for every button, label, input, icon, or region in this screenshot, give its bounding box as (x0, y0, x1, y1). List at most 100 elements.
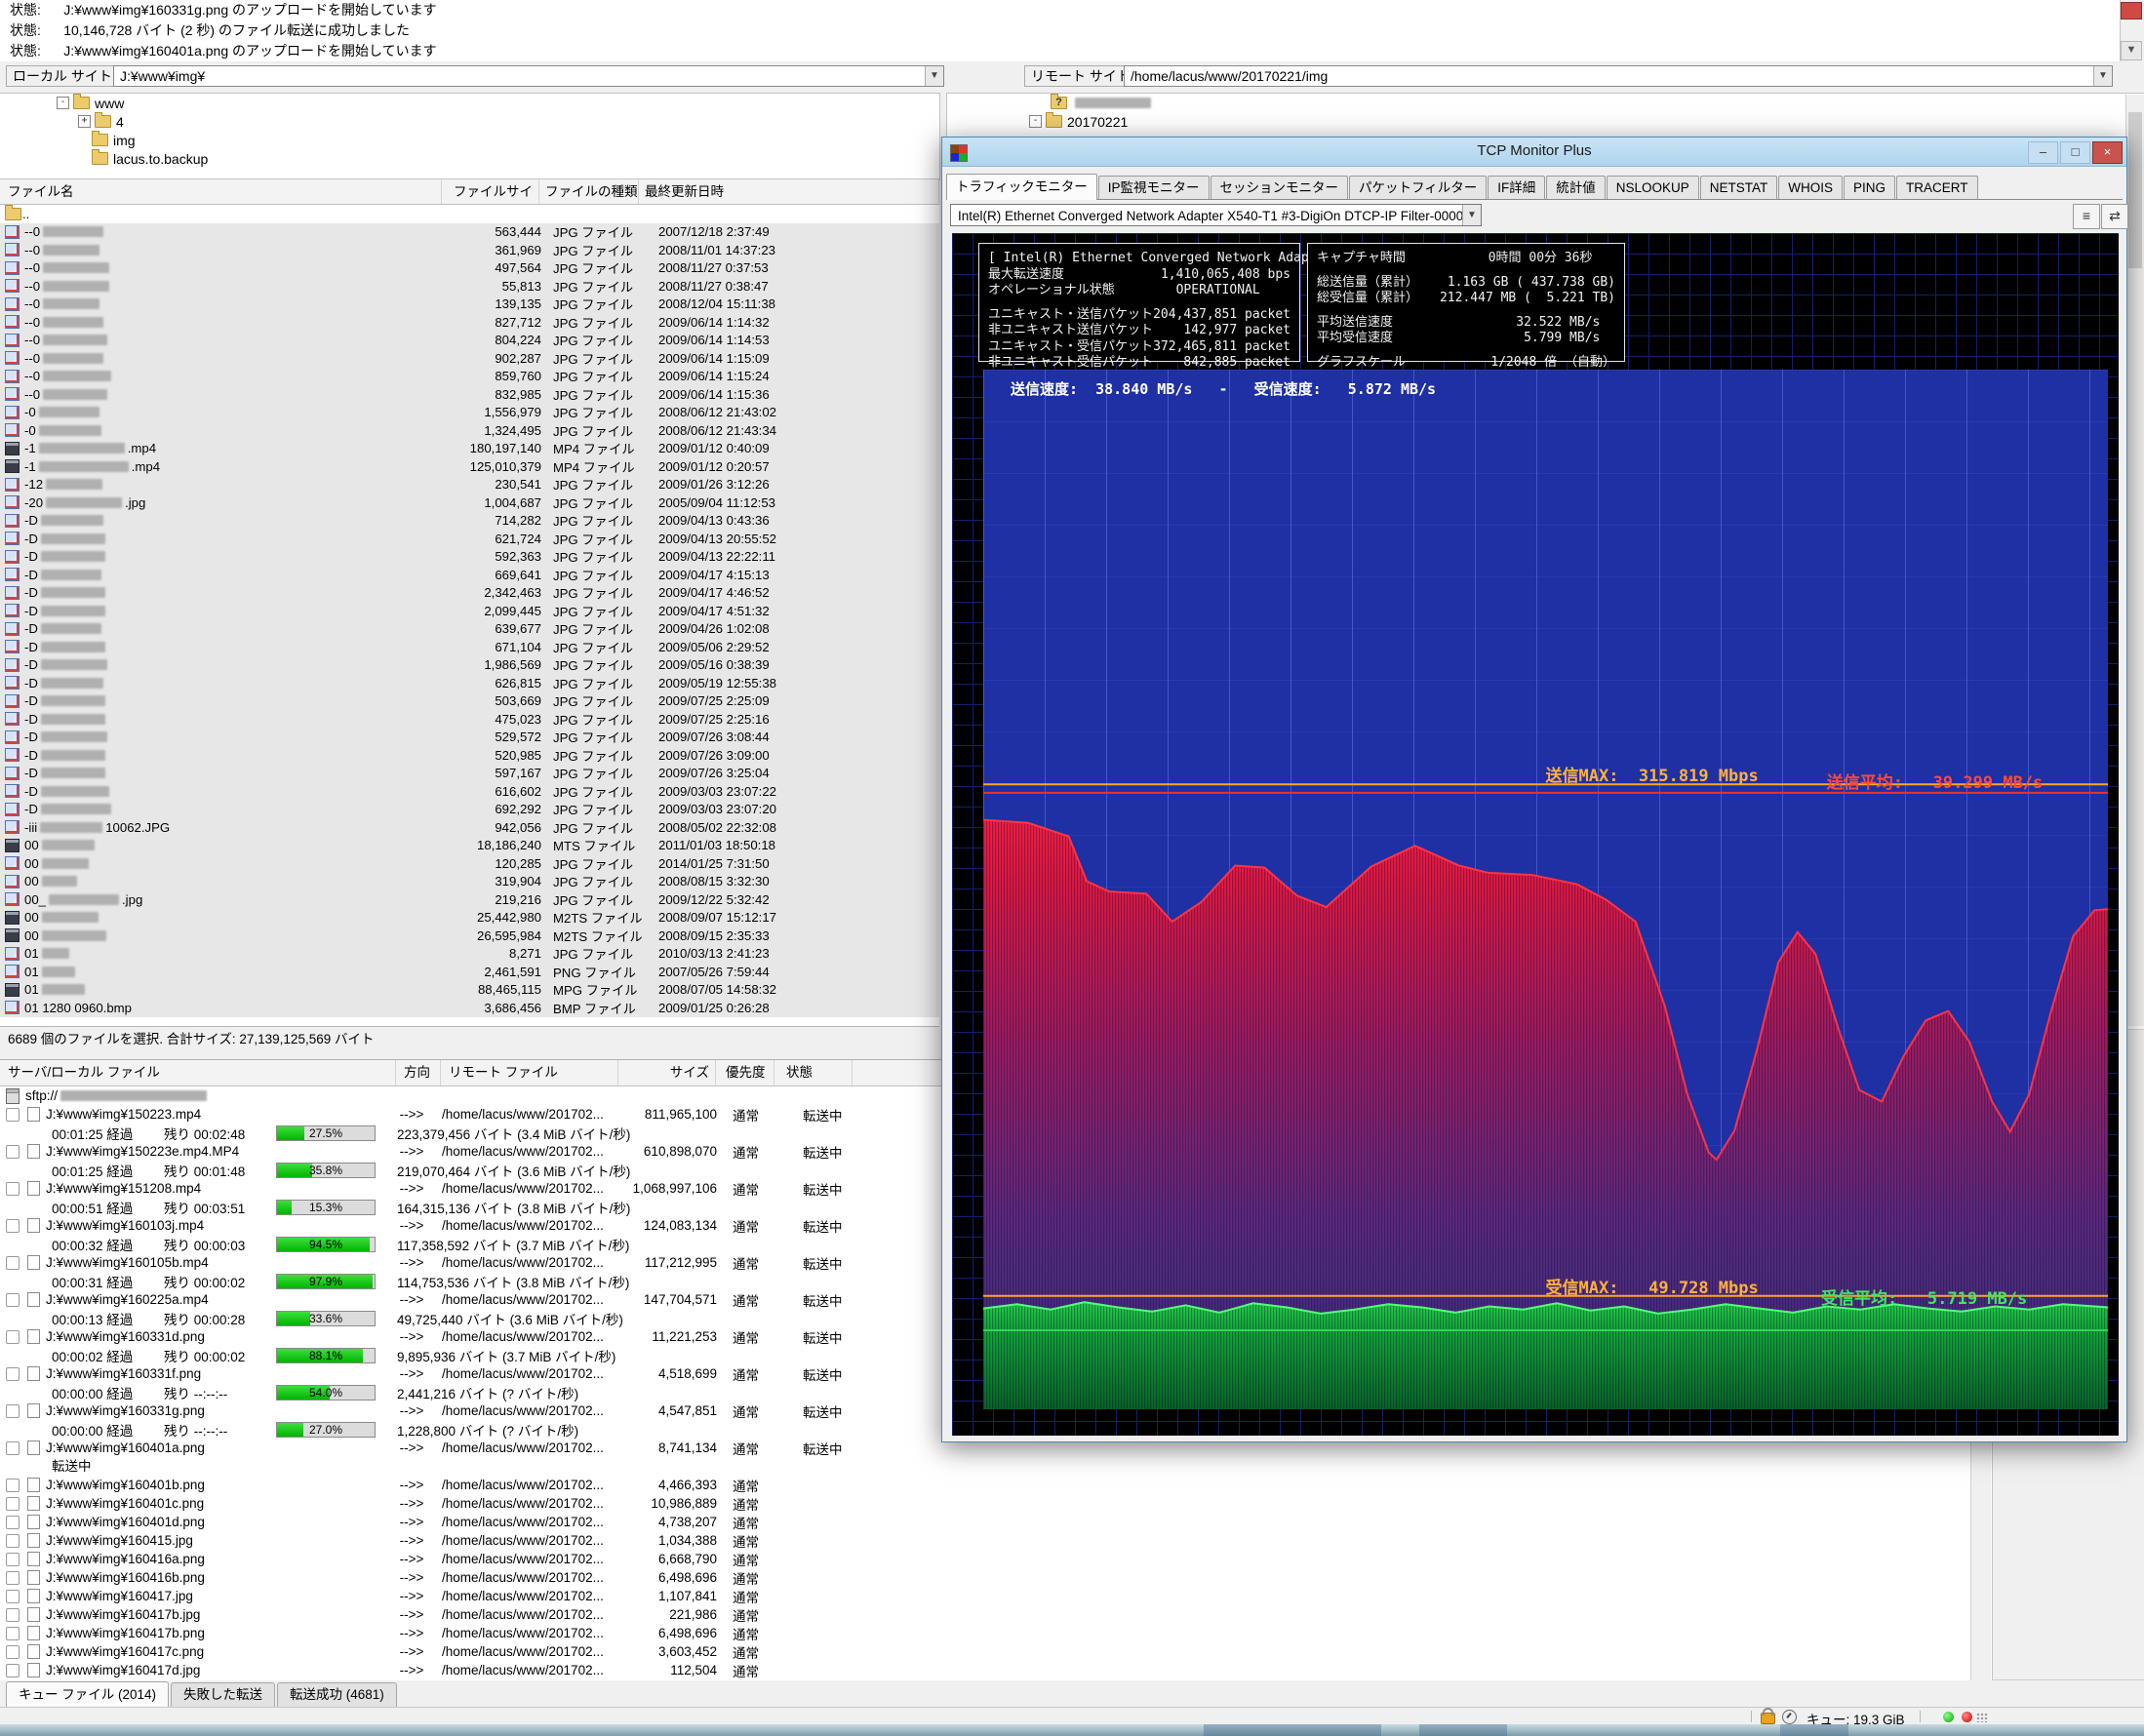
monitor-tab[interactable]: IF詳細 (1488, 176, 1546, 199)
file-row[interactable]: -D 475,023 JPG ファイル 2009/07/25 2:25:16 (0, 710, 939, 729)
queue-entry[interactable]: J:¥www¥img¥160417b.png -->> /home/lacus/… (0, 1624, 1971, 1642)
checkbox[interactable] (6, 1533, 20, 1548)
remote-scrollbar[interactable] (2125, 95, 2144, 1026)
file-row[interactable]: 00 120,285 JPG ファイル 2014/01/25 7:31:50 (0, 854, 939, 873)
red-status-icon[interactable] (1962, 1712, 1972, 1722)
file-row[interactable]: -D 592,363 JPG ファイル 2009/04/13 22:22:11 (0, 547, 939, 566)
column-size[interactable]: サイズ (618, 1060, 716, 1085)
checkbox[interactable] (6, 1107, 20, 1122)
file-row[interactable]: -D 520,985 JPG ファイル 2009/07/26 3:09:00 (0, 746, 939, 765)
file-row[interactable]: 00 25,442,980 M2TS ファイル 2008/09/07 15:12… (0, 908, 939, 927)
file-row[interactable]: 01 1280 0960.bmp 3,686,456 BMP ファイル 2009… (0, 999, 939, 1017)
title-bar[interactable]: TCP Monitor Plus – □ × (942, 138, 2126, 167)
file-row[interactable]: -D 2,342,463 JPG ファイル 2009/04/17 4:46:52 (0, 583, 939, 602)
file-row[interactable]: -D 671,104 JPG ファイル 2009/05/06 2:29:52 (0, 638, 939, 656)
queue-entry[interactable]: J:¥www¥img¥160417.jpg -->> /home/lacus/w… (0, 1587, 1971, 1605)
checkbox[interactable] (6, 1218, 20, 1233)
file-list-header[interactable]: ファイル名 ファイルサイズ ファイルの種類 最終更新日時 (0, 179, 939, 223)
checkbox[interactable] (6, 1478, 20, 1492)
tree-item[interactable]: + 4 (0, 112, 939, 131)
file-row[interactable]: -12 230,541 JPG ファイル 2009/01/26 3:12:26 (0, 475, 939, 493)
file-row[interactable]: --0 832,985 JPG ファイル 2009/06/14 1:15:36 (0, 385, 939, 404)
file-row[interactable]: -D 621,724 JPG ファイル 2009/04/13 20:55:52 (0, 530, 939, 548)
queue-entry[interactable]: J:¥www¥img¥160417b.jpg -->> /home/lacus/… (0, 1605, 1971, 1624)
tree-expander[interactable]: + (78, 115, 91, 128)
column-size[interactable]: ファイルサイズ (442, 179, 539, 223)
column-status[interactable]: 状態 (774, 1060, 853, 1085)
checkbox[interactable] (6, 1607, 20, 1622)
monitor-tab[interactable]: WHOIS (1778, 176, 1844, 199)
file-row[interactable]: -0 1,324,495 JPG ファイル 2008/06/12 21:43:3… (0, 421, 939, 440)
checkbox[interactable] (6, 1515, 20, 1529)
monitor-tab[interactable]: トラフィックモニター (946, 174, 1097, 200)
tree-item[interactable]: - 20170221 (947, 112, 2144, 131)
taskbar-edge[interactable] (0, 1724, 2144, 1736)
file-row[interactable]: --0 497,564 JPG ファイル 2008/11/27 0:37:53 (0, 258, 939, 277)
file-row[interactable]: 01 2,461,591 PNG ファイル 2007/05/26 7:59:44 (0, 963, 939, 981)
file-row[interactable]: --0 859,760 JPG ファイル 2009/06/14 1:15:24 (0, 367, 939, 385)
monitor-tab[interactable]: セッションモニター (1210, 176, 1348, 199)
queue-entry[interactable]: J:¥www¥img¥160401a.png -->> /home/lacus/… (0, 1439, 1971, 1476)
tree-expander[interactable]: - (1029, 115, 1042, 128)
checkbox[interactable] (6, 1644, 20, 1659)
file-row[interactable]: -D 529,572 JPG ファイル 2009/07/26 3:08:44 (0, 728, 939, 746)
monitor-tab[interactable]: パケットフィルター (1349, 176, 1488, 199)
file-row[interactable]: -D 669,641 JPG ファイル 2009/04/17 4:15:13 (0, 566, 939, 584)
tree-item[interactable]: ? (947, 94, 2144, 112)
file-row[interactable]: -D 597,167 JPG ファイル 2009/07/26 3:25:04 (0, 764, 939, 782)
list-button[interactable]: ≡ (2073, 204, 2100, 229)
checkbox[interactable] (6, 1255, 20, 1270)
queue-entry[interactable]: J:¥www¥img¥160415.jpg -->> /home/lacus/w… (0, 1531, 1971, 1550)
monitor-tab[interactable]: IP監視モニター (1097, 176, 1210, 199)
green-status-icon[interactable] (1943, 1712, 1954, 1722)
chevron-down-icon[interactable]: ▼ (1462, 205, 1481, 225)
file-row[interactable]: -D 503,669 JPG ファイル 2009/07/25 2:25:09 (0, 691, 939, 710)
queue-tab[interactable]: 転送成功 (4681) (277, 1682, 397, 1708)
file-row[interactable]: -1 .mp4 180,197,140 MP4 ファイル 2009/01/12 0… (0, 439, 939, 457)
checkbox[interactable] (6, 1403, 20, 1418)
file-row[interactable]: --0 902,287 JPG ファイル 2009/06/14 1:15:09 (0, 349, 939, 368)
checkbox[interactable] (6, 1292, 20, 1307)
file-row[interactable]: --0 361,969 JPG ファイル 2008/11/01 14:37:23 (0, 241, 939, 259)
resize-grip[interactable] (1976, 1713, 1988, 1722)
file-row[interactable]: --0 563,444 JPG ファイル 2007/12/18 2:37:49 (0, 222, 939, 241)
file-row[interactable]: 01 88,465,115 MPG ファイル 2008/07/05 14:58:… (0, 980, 939, 999)
chevron-down-icon[interactable]: ▼ (2093, 66, 2112, 86)
speed-gauge-icon[interactable] (1782, 1710, 1797, 1724)
checkbox[interactable] (6, 1552, 20, 1566)
queue-entry[interactable]: J:¥www¥img¥160416b.png -->> /home/lacus/… (0, 1568, 1971, 1587)
queue-entry[interactable]: J:¥www¥img¥160401c.png -->> /home/lacus/… (0, 1494, 1971, 1513)
column-file[interactable]: サーバ/ローカル ファイル (0, 1060, 396, 1085)
queue-entry[interactable]: J:¥www¥img¥160401b.png -->> /home/lacus/… (0, 1476, 1971, 1494)
file-row[interactable]: -0 1,556,979 JPG ファイル 2008/06/12 21:43:0… (0, 403, 939, 421)
file-row[interactable]: --0 827,712 JPG ファイル 2009/06/14 1:14:32 (0, 313, 939, 332)
file-row[interactable]: --0 55,813 JPG ファイル 2008/11/27 0:38:47 (0, 277, 939, 296)
maximize-button[interactable]: □ (2060, 141, 2090, 164)
log-scrollbar[interactable]: ▼ (2120, 0, 2144, 61)
file-row[interactable]: 00 26,595,984 M2TS ファイル 2008/09/15 2:35:… (0, 927, 939, 945)
checkbox[interactable] (6, 1626, 20, 1640)
column-direction[interactable]: 方向 (396, 1060, 441, 1085)
checkbox[interactable] (6, 1366, 20, 1381)
tree-item[interactable]: img (0, 131, 939, 149)
checkbox[interactable] (6, 1570, 20, 1585)
file-row[interactable]: -iii 10062.JPG 942,056 JPG ファイル 2008/05/0… (0, 818, 939, 837)
file-row[interactable]: -20 .jpg 1,004,687 JPG ファイル 2005/09/04 11… (0, 493, 939, 512)
file-row[interactable]: -D 616,602 JPG ファイル 2009/03/03 23:07:22 (0, 782, 939, 801)
column-type[interactable]: ファイルの種類 (539, 179, 639, 204)
file-row[interactable]: -D 626,815 JPG ファイル 2009/05/19 12:55:38 (0, 674, 939, 692)
queue-entry[interactable]: J:¥www¥img¥160416a.png -->> /home/lacus/… (0, 1550, 1971, 1568)
column-priority[interactable]: 優先度 (716, 1060, 774, 1085)
checkbox[interactable] (6, 1496, 20, 1511)
column-date[interactable]: 最終更新日時 (639, 179, 939, 204)
file-row[interactable]: 00 319,904 JPG ファイル 2008/08/15 3:32:30 (0, 872, 939, 890)
queue-tab[interactable]: キュー ファイル (2014) (6, 1681, 170, 1709)
queue-entry[interactable]: J:¥www¥img¥160417c.png -->> /home/lacus/… (0, 1642, 1971, 1661)
checkbox[interactable] (6, 1440, 20, 1455)
monitor-tab[interactable]: 統計値 (1546, 176, 1606, 199)
file-row[interactable]: -1 .mp4 125,010,379 MP4 ファイル 2009/01/12 0… (0, 457, 939, 476)
tree-item[interactable]: lacus.to.backup (0, 149, 939, 168)
checkbox[interactable] (6, 1663, 20, 1677)
monitor-tab[interactable]: NETSTAT (1699, 176, 1778, 199)
checkbox[interactable] (6, 1144, 20, 1159)
